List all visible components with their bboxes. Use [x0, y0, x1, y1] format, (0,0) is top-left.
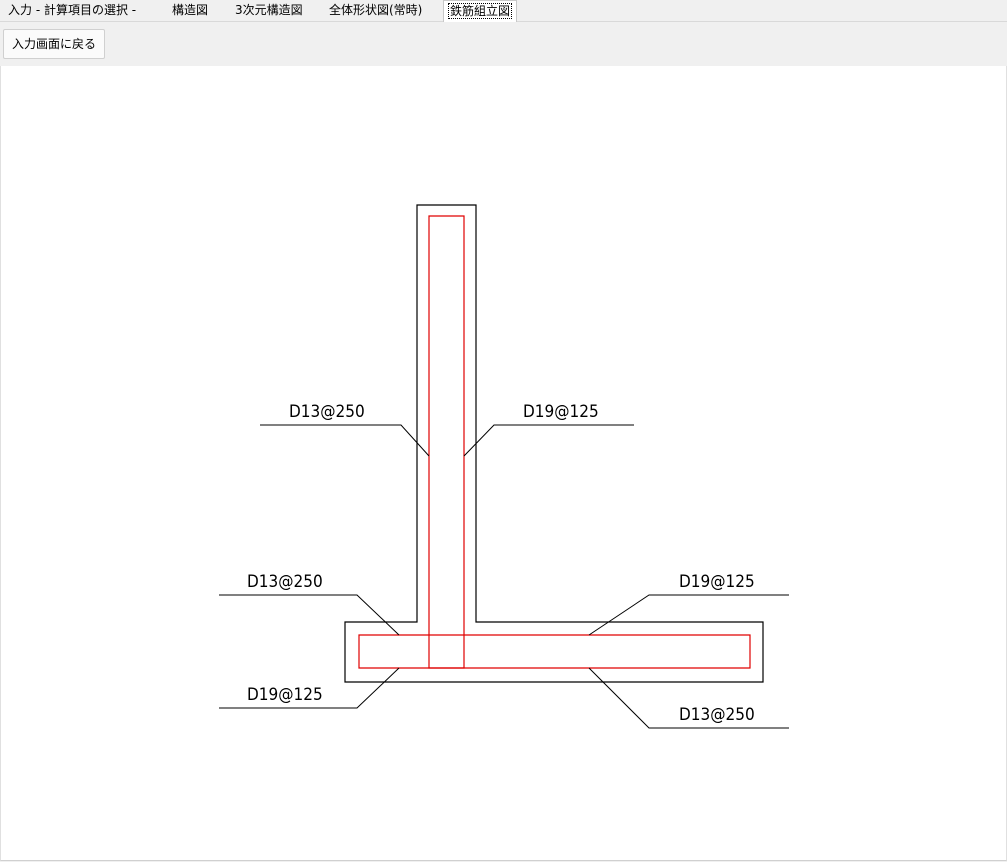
- leader-footing-top-right: [588, 594, 789, 636]
- rebar-lines: [358, 215, 751, 669]
- tab-input-selection[interactable]: 入力 - 計算項目の選択 -: [8, 0, 136, 21]
- tab-overall-shape-drawing[interactable]: 全体形状図(常時): [329, 0, 422, 21]
- leader-wall-outer-right: [463, 424, 634, 457]
- leader-wall-inner-left: [260, 424, 430, 457]
- label-footing-top-left: D13@250: [247, 572, 323, 592]
- label-footing-bottom-right: D13@250: [679, 705, 755, 725]
- tab-label: 全体形状図(常時): [329, 3, 423, 17]
- label-footing-top-right: D19@125: [679, 572, 755, 592]
- back-to-input-button[interactable]: 入力画面に戻る: [3, 29, 105, 59]
- tab-label: 3次元構造図: [235, 3, 303, 17]
- label-footing-bottom-left: D19@125: [247, 685, 323, 705]
- footing-rebar-loop: [358, 634, 751, 669]
- tab-label: 鉄筋組立図: [448, 3, 513, 19]
- drawing-canvas: D13@250 D19@125 D13@250 D19@125 D19@125 …: [0, 66, 1007, 861]
- tab-bar: 入力 - 計算項目の選択 - 構造図 3次元構造図 全体形状図(常時) 鉄筋組立…: [0, 0, 1007, 22]
- tab-label: 入力 - 計算項目の選択 -: [8, 3, 137, 17]
- label-wall-outer-right: D19@125: [523, 402, 599, 422]
- concrete-outline: [344, 204, 764, 683]
- tab-rebar-assembly-drawing[interactable]: 鉄筋組立図: [443, 0, 518, 22]
- tab-3d-structure-drawing[interactable]: 3次元構造図: [235, 0, 303, 21]
- leader-footing-top-left: [219, 594, 400, 636]
- tab-structure-drawing[interactable]: 構造図: [172, 0, 208, 21]
- wall-footing-outline: [344, 204, 764, 683]
- wall-rebar-loop: [428, 215, 465, 669]
- tab-label: 構造図: [172, 3, 209, 17]
- label-wall-inner-left: D13@250: [289, 402, 365, 422]
- rebar-assembly-drawing: D13@250 D19@125 D13@250 D19@125 D19@125 …: [219, 204, 789, 729]
- toolbar: 入力画面に戻る: [0, 22, 1007, 66]
